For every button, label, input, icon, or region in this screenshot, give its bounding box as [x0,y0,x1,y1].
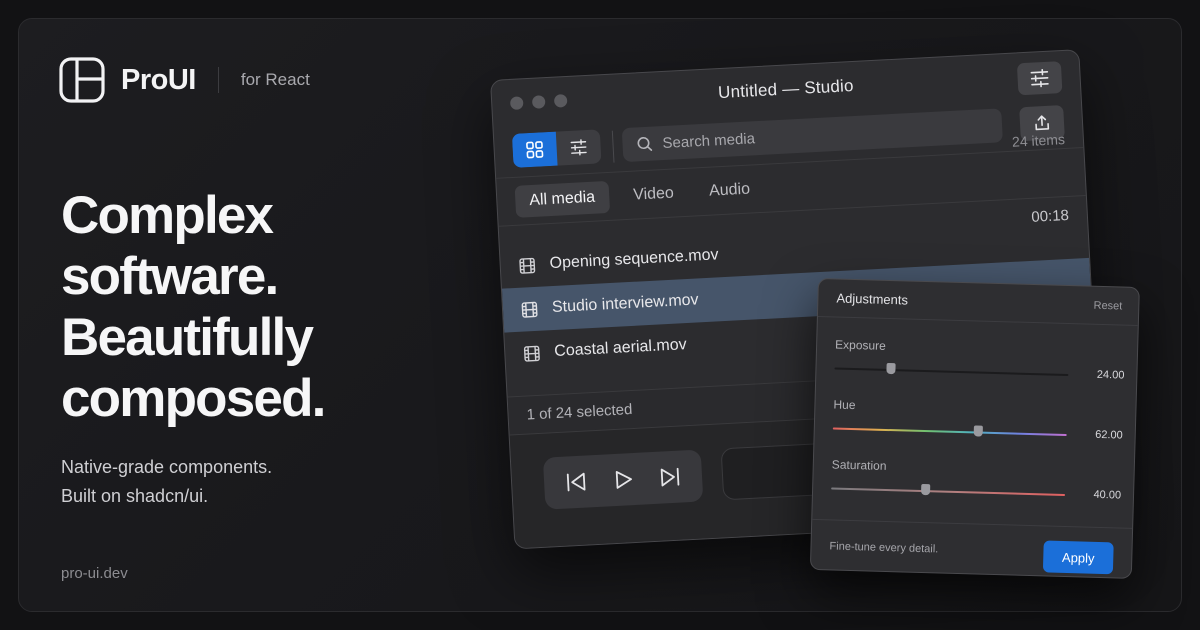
hue-slider-track[interactable] [832,427,1067,437]
saturation-control: Saturation 40.00 [831,457,1122,502]
control-value: 24.00 [1096,368,1125,382]
saturation-slider-track[interactable] [831,487,1066,496]
toolbar-divider [611,130,615,163]
control-value: 62.00 [1095,428,1123,442]
grid-icon [526,141,544,159]
brand-tag: for React [240,70,310,89]
hue-slider-thumb[interactable] [973,425,984,437]
adjustments-panel: Adjustments Reset Exposure 24.00 Hue 62.… [809,278,1140,579]
sliders-icon [570,139,587,156]
search-icon [637,137,653,151]
exposure-control: Exposure 24.00 [834,337,1125,382]
play-icon[interactable] [612,468,635,491]
exposure-slider-track[interactable] [834,367,1069,377]
subtitle: Native-grade components. Built on shadcn… [61,453,272,511]
headline-line: composed. [61,369,326,428]
playback-controls [542,449,704,510]
reset-button[interactable]: Reset [1093,287,1123,326]
film-icon [523,345,540,362]
headline-line: Beautifully [61,308,314,367]
subtitle-line: Native-grade components. [61,457,273,477]
search-placeholder: Search media [662,129,756,152]
control-label: Hue [833,397,856,413]
headline-line: Complex [61,186,274,245]
item-count: 24 items [1011,131,1066,150]
tab-all-media[interactable]: All media [514,180,610,218]
panel-header: Adjustments Reset [817,279,1139,326]
sliders-icon [1030,68,1049,88]
brand-divider [217,67,219,93]
layout-panels-icon [59,57,105,103]
control-value: 40.00 [1093,488,1122,502]
apply-button[interactable]: Apply [1042,540,1114,575]
tab-audio[interactable]: Audio [694,173,765,209]
hue-control: Hue 62.00 [832,397,1123,442]
panel-title: Adjustments [836,290,909,308]
site-url[interactable]: pro-ui.dev [61,565,128,582]
control-label: Exposure [834,337,887,353]
tab-video[interactable]: Video [618,177,688,213]
film-icon [519,257,536,274]
footer-note: Fine-tune every detail. [829,540,939,556]
brand: ProUI for React [59,57,310,103]
headline: Complex software. Beautifully composed. [61,185,481,429]
search-input[interactable]: Search media [621,108,1003,163]
headline-line: software. [61,247,279,306]
settings-button[interactable] [1016,61,1063,96]
panel-footer: Fine-tune every detail. Apply [810,518,1133,579]
brand-name: ProUI [121,63,196,96]
view-toggle [511,129,602,168]
file-name: Studio interview.mov [551,291,699,317]
skip-forward-icon[interactable] [657,466,682,489]
filter-view-button[interactable] [556,129,602,165]
file-name: Coastal aerial.mov [553,336,688,360]
control-label: Saturation [831,457,887,473]
skip-back-icon[interactable] [564,470,589,493]
saturation-slider-thumb[interactable] [920,483,930,496]
share-icon [1035,115,1050,131]
film-icon [521,301,538,318]
file-name: Opening sequence.mov [549,246,719,273]
subtitle-line: Built on shadcn/ui. [61,486,209,506]
grid-view-button[interactable] [511,131,558,168]
exposure-slider-thumb[interactable] [886,362,896,375]
